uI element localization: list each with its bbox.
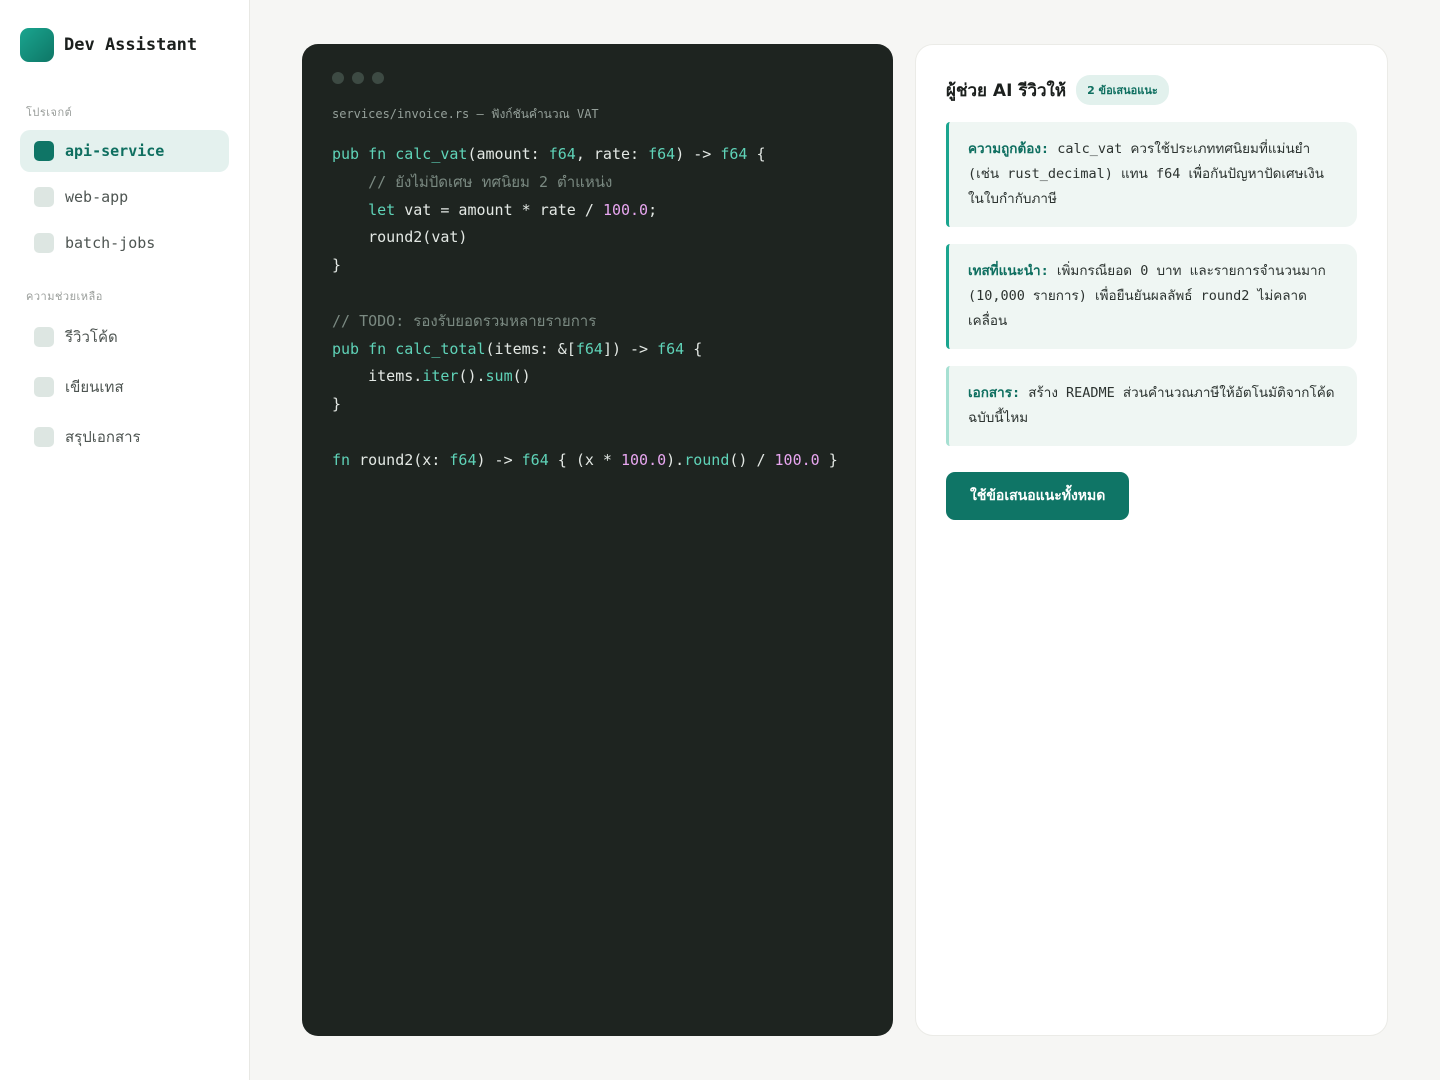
review-header: ผู้ช่วย AI รีวิวให้ 2 ข้อเสนอแนะ [946,75,1357,105]
code-line: items.iter().sum() [332,367,531,386]
help-item-icon [34,377,54,397]
suggestion-card-correctness: ความถูกต้อง: calc_vat ควรใช้ประเภททศนิยม… [946,122,1357,227]
sidebar-item-write-tests[interactable]: เขียนเทส [20,366,229,408]
projects-section-label: โปรเจกต์ [26,106,73,119]
sidebar-item-label: สรุปเอกสาร [65,428,141,446]
review-title: ผู้ช่วย AI รีวิวให้ [946,80,1067,101]
code-line: // TODO: รองรับยอดรวมหลายรายการ [332,311,597,330]
code-line: round2(vat) [332,228,468,247]
suggestion-title: ความถูกต้อง: [968,141,1050,157]
sidebar-item-api-service[interactable]: api-service [20,130,229,172]
window-dot-icon [332,72,344,84]
code-line: pub fn calc_total(items: &[f64]) -> f64 … [332,339,703,358]
suggestion-card-docs: เอกสาร: สร้าง README ส่วนคำนวณภาษีให้อัต… [946,366,1357,446]
sidebar-item-label: web-app [65,188,129,206]
app-name: Dev Assistant [64,35,198,55]
project-icon [34,187,54,207]
window-dot-icon [372,72,384,84]
project-icon [34,233,54,253]
code-line: // ยังไม่ปัดเศษ ทศนิยม 2 ตำแหน่ง [332,172,613,191]
code-line: fn round2(x: f64) -> f64 { (x * 100.0).r… [332,450,838,469]
sidebar-item-web-app[interactable]: web-app [20,176,229,218]
sidebar-item-label: เขียนเทส [65,378,124,396]
suggestion-text: สร้าง README ส่วนคำนวณภาษีให้อัตโนมัติจา… [968,385,1335,426]
code-line: } [332,395,342,414]
sidebar-item-summarize-docs[interactable]: สรุปเอกสาร [20,416,229,458]
window-controls [332,72,863,84]
code-line: } [332,256,342,275]
help-item-icon [34,427,54,447]
code-line: pub fn calc_vat(amount: f64, rate: f64) … [332,145,766,163]
app-logo-icon [20,28,54,62]
suggestion-title: เทสที่แนะนำ: [968,263,1049,279]
sidebar-item-label: api-service [65,142,165,160]
code-editor[interactable]: services/invoice.rs — ฟังก์ชันคำนวณ VAT … [302,44,893,1036]
sidebar-item-label: รีวิวโค้ด [65,328,118,346]
project-icon [34,141,54,161]
brand: Dev Assistant [20,28,197,62]
sidebar-item-code-review[interactable]: รีวิวโค้ด [20,316,229,358]
help-item-icon [34,327,54,347]
code-content[interactable]: pub fn calc_vat(amount: f64, rate: f64) … [332,141,863,475]
window-dot-icon [352,72,364,84]
suggestion-title: เอกสาร: [968,385,1021,401]
sidebar: Dev Assistant โปรเจกต์ api-service web-a… [0,0,250,1080]
file-path: services/invoice.rs — ฟังก์ชันคำนวณ VAT [332,107,599,121]
sidebar-item-batch-jobs[interactable]: batch-jobs [20,222,229,264]
sidebar-item-label: batch-jobs [65,234,156,252]
suggestion-card-tests: เทสที่แนะนำ: เพิ่มกรณียอด 0 บาท และรายกา… [946,244,1357,349]
help-section-label: ความช่วยเหลือ [26,290,103,303]
ai-review-panel: ผู้ช่วย AI รีวิวให้ 2 ข้อเสนอแนะ ความถูก… [915,44,1388,1036]
apply-all-suggestions-button[interactable]: ใช้ข้อเสนอแนะทั้งหมด [946,472,1130,520]
code-line: let vat = amount * rate / 100.0; [368,200,658,219]
suggestion-count-badge: 2 ข้อเสนอแนะ [1076,75,1169,105]
